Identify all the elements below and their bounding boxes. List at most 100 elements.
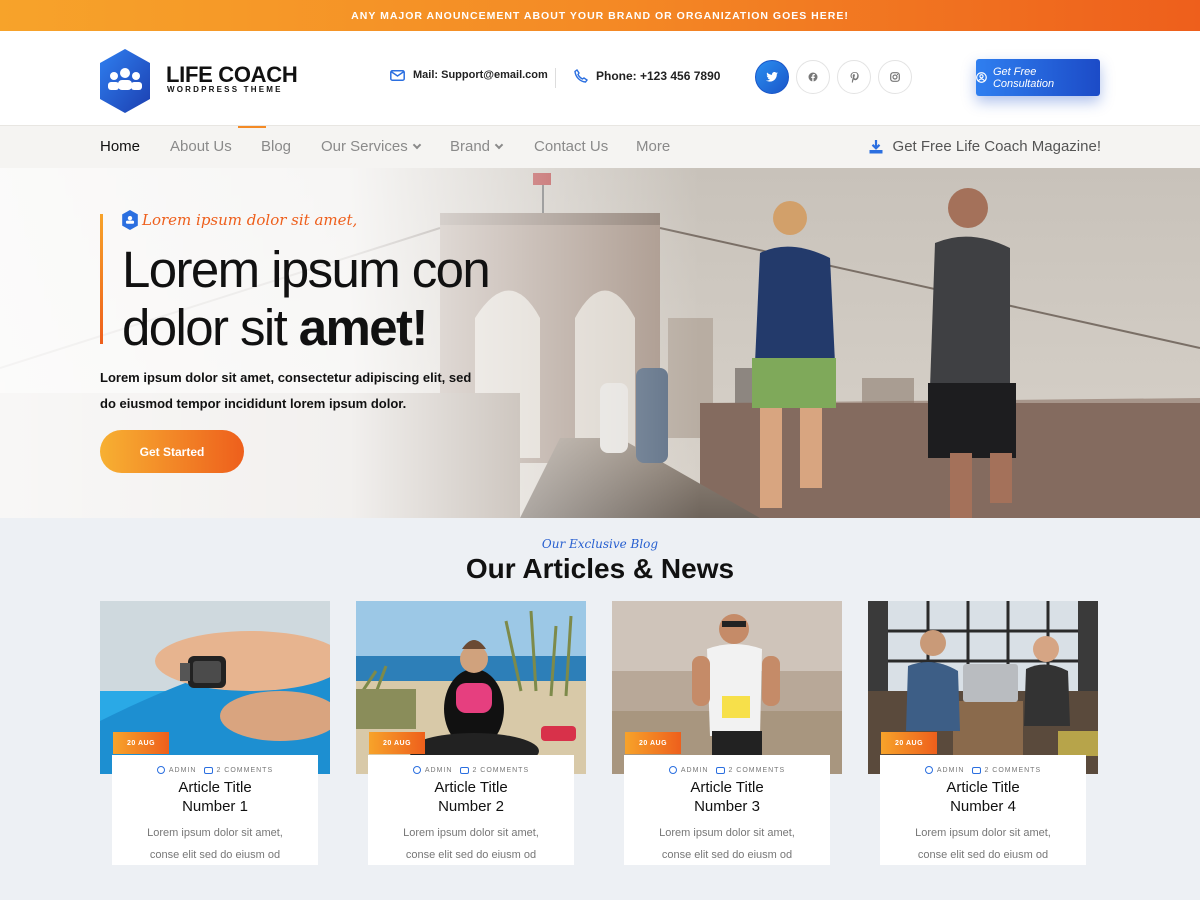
nav-item-brand[interactable]: Brand [450, 138, 504, 155]
twitter-icon[interactable] [755, 60, 789, 94]
article-title-line2: Number 4 [950, 798, 1016, 815]
user-icon [156, 766, 165, 774]
article-title[interactable]: Article Title Number 4 [880, 778, 1086, 816]
hero-tagline: Lorem ipsum dolor sit amet, [122, 210, 357, 230]
nav-item-home[interactable]: Home [100, 138, 140, 155]
article-excerpt-line1: Lorem ipsum dolor sit amet, [403, 827, 539, 839]
magazine-link-text: Get Free Life Coach Magazine! [892, 138, 1101, 155]
article-excerpt-line2: conse elit sed do eiusm od [405, 849, 537, 861]
nav-item-blog[interactable]: Blog [261, 138, 291, 155]
logo-icon [122, 210, 138, 230]
article-date-badge: 20 AUG [881, 732, 937, 754]
article-excerpt: Lorem ipsum dolor sit amet, conse elit s… [112, 822, 318, 866]
author-link[interactable]: ADMIN [156, 766, 197, 774]
article-title-line1: Article Title [946, 779, 1020, 796]
author-name: ADMIN [936, 766, 965, 774]
comment-icon [460, 766, 470, 774]
article-title-line2: Number 3 [694, 798, 760, 815]
comments-count: 2 COMMENTS [728, 766, 786, 774]
article-card-body: ADMIN 2 COMMENTS Article Title Number 3 … [624, 755, 830, 865]
user-icon [924, 766, 933, 774]
comments-link[interactable]: 2 COMMENTS [708, 766, 786, 774]
comments-count: 2 COMMENTS [472, 766, 530, 774]
hero-headline-line1: Lorem ipsum con [122, 241, 491, 298]
author-link[interactable]: ADMIN [924, 766, 965, 774]
hero-section: Lorem ipsum dolor sit amet, Lorem ipsum … [0, 168, 1200, 518]
article-title[interactable]: Article Title Number 3 [624, 778, 830, 816]
contact-mail-text: Mail: Support@email.com [413, 69, 548, 81]
article-card[interactable]: 20 AUG ADMIN 2 COMMENTS Article Title Nu… [612, 601, 842, 865]
facebook-icon[interactable] [796, 60, 830, 94]
article-card[interactable]: 20 AUG ADMIN 2 COMMENTS Article Title Nu… [100, 601, 330, 865]
mail-icon [390, 69, 405, 81]
contact-phone-text: Phone: +123 456 7890 [596, 69, 721, 83]
article-meta: ADMIN 2 COMMENTS [880, 766, 1086, 774]
blog-section-title: Our Articles & News [465, 553, 735, 584]
hero-headline-line2: dolor sit amet! [122, 298, 429, 357]
hero-headline-bold: amet! [298, 299, 429, 356]
comments-link[interactable]: 2 COMMENTS [452, 766, 530, 774]
download-icon [869, 139, 883, 153]
comment-icon [972, 766, 982, 774]
article-excerpt-line2: conse elit sed do eiusm od [917, 849, 1049, 861]
logo-subtitle: WORDPRESS THEME [167, 85, 283, 94]
article-card-body: ADMIN 2 COMMENTS Article Title Number 4 … [880, 755, 1086, 865]
user-icon [668, 766, 677, 774]
logo-icon[interactable] [100, 49, 150, 113]
article-excerpt-line1: Lorem ipsum dolor sit amet, [147, 827, 283, 839]
article-title-line2: Number 2 [438, 798, 504, 815]
article-title-line2: Number 1 [182, 798, 248, 815]
author-name: ADMIN [424, 766, 453, 774]
article-meta: ADMIN 2 COMMENTS [368, 766, 574, 774]
contact-mail[interactable]: Mail: Support@email.com [390, 69, 548, 81]
comments-count: 2 COMMENTS [984, 766, 1042, 774]
author-name: ADMIN [168, 766, 197, 774]
nav-accent-line [238, 126, 266, 128]
get-started-button[interactable]: Get Started [100, 430, 244, 473]
contact-phone[interactable]: Phone: +123 456 7890 [574, 69, 720, 83]
article-excerpt-line1: Lorem ipsum dolor sit amet, [659, 827, 795, 839]
article-card-body: ADMIN 2 COMMENTS Article Title Number 1 … [112, 755, 318, 865]
article-excerpt-line2: conse elit sed do eiusm od [149, 849, 281, 861]
article-card-body: ADMIN 2 COMMENTS Article Title Number 2 … [368, 755, 574, 865]
nav-item-our-services[interactable]: Our Services [321, 138, 421, 155]
hero-tagline-text: Lorem ipsum dolor sit amet, [142, 211, 358, 229]
author-link[interactable]: ADMIN [412, 766, 453, 774]
contact-divider [555, 68, 556, 88]
article-excerpt-line2: conse elit sed do eiusm od [661, 849, 793, 861]
nav-item-brand-label: Brand [450, 138, 491, 155]
article-title-line1: Article Title [434, 779, 508, 796]
announcement-bar: ANY MAJOR ANOUNCEMENT ABOUT YOUR BRAND O… [0, 0, 1200, 31]
user-circle-icon [976, 72, 987, 83]
article-card[interactable]: 20 AUG ADMIN 2 COMMENTS Article Title Nu… [868, 601, 1098, 865]
blog-kicker: Our Exclusive Blog [541, 537, 659, 551]
comments-link[interactable]: 2 COMMENTS [964, 766, 1042, 774]
site-header: LIFE COACH WORDPRESS THEME Mail: Support… [0, 31, 1200, 125]
article-card[interactable]: 20 AUG ADMIN 2 COMMENTS Article Title Nu… [356, 601, 586, 865]
nav-item-contact-us[interactable]: Contact Us [534, 138, 608, 155]
comment-icon [716, 766, 726, 774]
nav-item-about-us[interactable]: About Us [170, 138, 232, 155]
article-excerpt: Lorem ipsum dolor sit amet, conse elit s… [368, 822, 574, 866]
user-icon [412, 766, 421, 774]
comment-icon [204, 766, 214, 774]
nav-item-more[interactable]: More [636, 138, 670, 155]
article-title[interactable]: Article Title Number 2 [368, 778, 574, 816]
article-meta: ADMIN 2 COMMENTS [112, 766, 318, 774]
instagram-icon[interactable] [878, 60, 912, 94]
article-title[interactable]: Article Title Number 1 [112, 778, 318, 816]
article-date-badge: 20 AUG [369, 732, 425, 754]
comments-link[interactable]: 2 COMMENTS [196, 766, 273, 774]
announcement-text: ANY MAJOR ANOUNCEMENT ABOUT YOUR BRAND O… [351, 9, 849, 22]
article-date-badge: 20 AUG [113, 732, 169, 754]
nav-item-our-services-label: Our Services [321, 138, 408, 155]
hero-headline-regular: dolor sit [122, 299, 288, 356]
pinterest-icon[interactable] [837, 60, 871, 94]
chevron-down-icon [494, 140, 504, 150]
free-consultation-button[interactable]: Get Free Consultation [976, 59, 1100, 96]
article-title-line1: Article Title [178, 779, 252, 796]
chevron-down-icon [412, 140, 421, 150]
article-date-badge: 20 AUG [625, 732, 681, 754]
magazine-download-link[interactable]: Get Free Life Coach Magazine! [869, 138, 1101, 155]
author-link[interactable]: ADMIN [668, 766, 709, 774]
